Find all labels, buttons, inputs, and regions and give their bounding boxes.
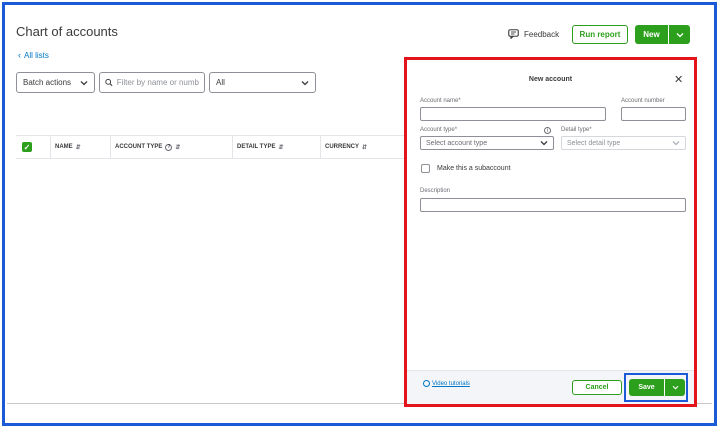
column-header-detail-type[interactable]: DETAIL TYPE ⇵ — [232, 136, 320, 158]
filter-placeholder: Filter by name or numb — [116, 78, 199, 87]
sort-icon: ⇵ — [278, 144, 284, 151]
account-type-label: Account type* — [420, 127, 458, 133]
panel-title: New account — [528, 76, 573, 83]
info-icon[interactable]: i — [544, 127, 551, 134]
column-header-name[interactable]: NAME ⇵ — [50, 136, 110, 158]
batch-actions-label: Batch actions — [23, 78, 72, 87]
account-type-filter-select[interactable]: All — [209, 72, 316, 93]
chevron-down-icon — [80, 80, 88, 85]
account-type-select[interactable]: Select account type — [420, 136, 554, 150]
sort-icon: ⇵ — [362, 144, 368, 151]
column-header-currency[interactable]: CURRENCY ⇵ — [320, 136, 410, 158]
subaccount-checkbox[interactable] — [421, 164, 430, 173]
search-icon — [105, 78, 113, 87]
cancel-button[interactable]: Cancel — [572, 380, 622, 395]
description-input[interactable] — [420, 198, 686, 212]
detail-type-placeholder: Select detail type — [567, 139, 621, 147]
new-account-panel: New account ✕ Account name* Account numb… — [407, 60, 694, 404]
play-icon — [423, 380, 430, 387]
account-number-label: Account number — [621, 98, 665, 104]
run-report-button[interactable]: Run report — [572, 25, 628, 44]
sort-icon: ⇵ — [75, 144, 81, 151]
video-tutorials-link[interactable]: Video tutorials — [423, 380, 470, 387]
feedback-icon — [508, 29, 519, 39]
detail-type-select[interactable]: Select detail type — [561, 136, 686, 150]
checkbox-checked-icon[interactable]: ✓ — [22, 142, 32, 152]
chevron-down-icon[interactable] — [669, 25, 690, 44]
new-button[interactable]: New — [635, 25, 690, 44]
close-icon[interactable]: ✕ — [674, 73, 683, 86]
chevron-down-icon[interactable] — [665, 379, 685, 396]
subaccount-label: Make this a subaccount — [437, 165, 511, 172]
panel-footer: Video tutorials Cancel Save — [407, 370, 694, 404]
info-icon: ? — [165, 143, 173, 151]
save-button[interactable]: Save — [629, 379, 685, 396]
chevron-down-icon — [540, 141, 548, 146]
account-type-placeholder: Select account type — [426, 139, 488, 147]
filter-input[interactable]: Filter by name or numb — [99, 72, 205, 93]
feedback-button[interactable]: Feedback — [508, 29, 559, 39]
account-name-label: Account name* — [420, 98, 461, 104]
page-title: Chart of accounts — [16, 24, 118, 39]
description-label: Description — [420, 188, 451, 194]
detail-type-label: Detail type* — [561, 127, 592, 133]
all-lists-link[interactable]: ‹ All lists — [18, 50, 49, 60]
batch-actions-dropdown[interactable]: Batch actions — [16, 72, 95, 93]
chevron-down-icon — [672, 141, 680, 146]
chevron-left-icon: ‹ — [18, 50, 21, 60]
select-all-cell[interactable]: ✓ — [16, 136, 50, 158]
account-number-input[interactable] — [621, 107, 686, 121]
new-button-label[interactable]: New — [635, 25, 669, 44]
column-header-account-type[interactable]: ACCOUNT TYPE ? ⇵ — [110, 136, 232, 158]
feedback-label: Feedback — [524, 29, 560, 39]
sort-icon: ⇵ — [175, 144, 181, 151]
save-button-label[interactable]: Save — [629, 379, 665, 396]
accounts-table-header: ✓ NAME ⇵ ACCOUNT TYPE ? ⇵ DETAIL TYPE ⇵ … — [16, 135, 410, 159]
account-name-input[interactable] — [420, 107, 606, 121]
all-lists-label: All lists — [24, 50, 49, 60]
video-tutorials-label: Video tutorials — [432, 380, 470, 387]
chevron-down-icon — [301, 80, 309, 85]
account-type-filter-value: All — [216, 78, 225, 87]
